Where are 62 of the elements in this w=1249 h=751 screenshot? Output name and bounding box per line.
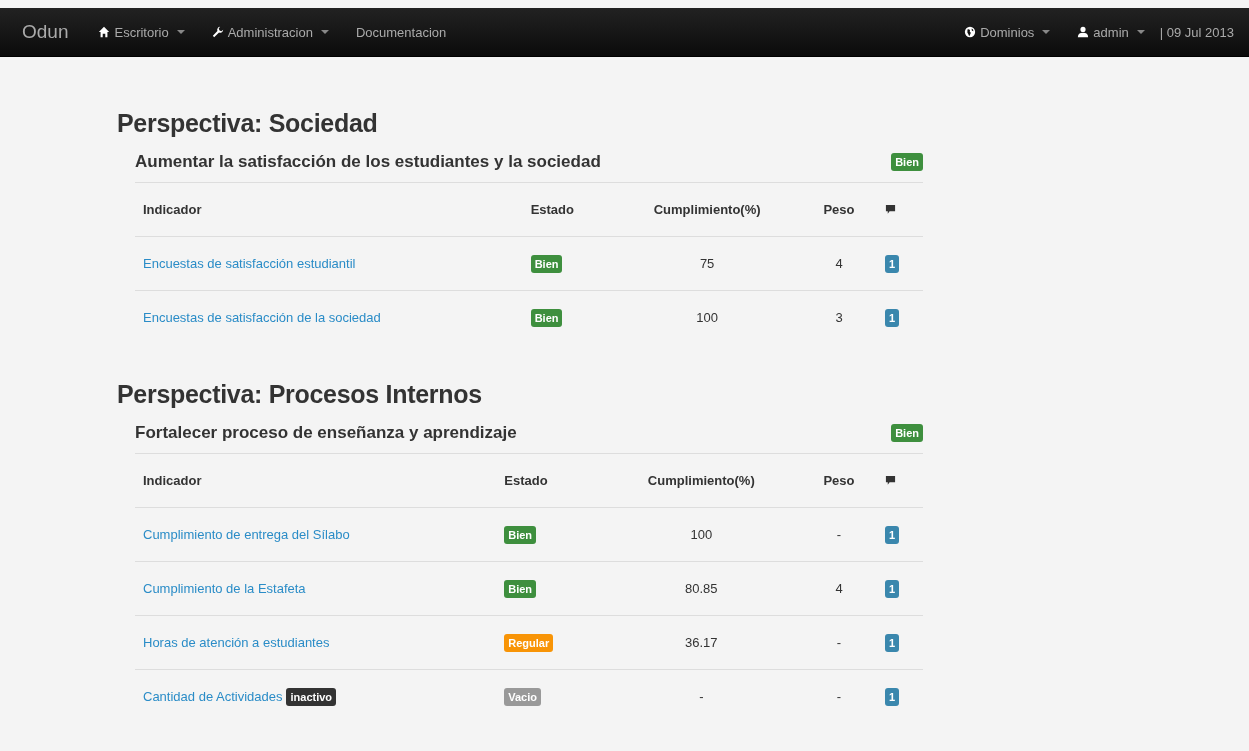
table-cell: 3 — [835, 310, 843, 325]
status-label: Bien — [504, 525, 537, 544]
column-header: Indicador — [135, 183, 523, 237]
comment-count-badge[interactable]: 1 — [885, 634, 900, 652]
table-cell: - — [836, 635, 842, 650]
status-label: Bien — [530, 308, 563, 327]
column-header: Estado — [522, 183, 614, 237]
table-cell: 100 — [696, 310, 718, 325]
brand-link[interactable]: Odun — [22, 21, 69, 43]
objective-title: Aumentar la satisfacción de los estudiantes y la sociedad — [135, 152, 601, 172]
nav-menu[interactable]: Escritorio — [98, 24, 185, 40]
indicator-link[interactable]: Encuestas de satisfacción estudiantil — [143, 256, 356, 271]
comment-count-badge[interactable]: 1 — [885, 255, 900, 273]
comment-icon — [885, 475, 896, 486]
comment-count-badge[interactable]: 1 — [885, 688, 900, 706]
column-header: Peso — [801, 183, 877, 237]
indicator-link[interactable]: Cumplimiento de entrega del Sílabo — [143, 527, 350, 542]
nav-menu[interactable]: admin — [1077, 24, 1145, 40]
comment-count-badge[interactable]: 1 — [885, 580, 900, 598]
comment-count-badge[interactable]: 1 — [885, 309, 900, 327]
column-header: Indicador — [135, 454, 497, 508]
table-cell: 4 — [835, 256, 843, 271]
inactive-label: inactivo — [286, 687, 337, 706]
indicator-link[interactable]: Cumplimiento de la Estafeta — [143, 581, 306, 596]
column-header: Estado — [496, 454, 602, 508]
comment-icon — [885, 204, 896, 215]
table-cell: 4 — [835, 581, 843, 596]
wrench-icon — [211, 26, 224, 38]
status-label: Regular — [504, 633, 554, 652]
indicator-link[interactable]: Horas de atención a estudiantes — [143, 635, 330, 650]
perspective-title: Perspectiva: Procesos Internos — [117, 380, 483, 409]
caret-icon — [320, 30, 329, 34]
comment-count-badge[interactable]: 1 — [885, 526, 900, 544]
table-cell: - — [836, 527, 842, 542]
table-cell: - — [699, 689, 704, 704]
caret-icon — [1042, 30, 1051, 34]
column-header: Cumplimiento(%) — [613, 183, 801, 237]
status-label: Bien — [530, 254, 563, 273]
status-label: Bien — [504, 579, 537, 598]
column-header: Peso — [801, 454, 877, 508]
table-cell: 80.85 — [685, 581, 718, 596]
user-icon — [1077, 26, 1090, 38]
table-cell: 36.17 — [685, 635, 718, 650]
globe-icon — [964, 26, 977, 38]
indicator-link[interactable]: Encuestas de satisfacción de la sociedad — [143, 310, 381, 325]
status-label: Bien — [891, 153, 923, 171]
objective-title: Fortalecer proceso de enseñanza y aprendizaje — [135, 423, 517, 443]
table-cell: 100 — [690, 527, 713, 542]
table-cell: - — [836, 689, 842, 704]
column-header: Cumplimiento(%) — [601, 454, 801, 508]
caret-icon — [176, 30, 185, 34]
nav-menu[interactable]: Dominios — [964, 24, 1051, 40]
status-label: Vacio — [504, 687, 541, 706]
home-icon — [98, 26, 111, 38]
caret-icon — [1136, 30, 1145, 34]
date-text: | 09 Jul 2013 — [1159, 24, 1234, 40]
nav-menu[interactable]: Administracion — [211, 24, 329, 40]
table-cell: 75 — [699, 256, 715, 271]
status-label: Bien — [891, 424, 923, 442]
perspective-title: Perspectiva: Sociedad — [117, 109, 379, 138]
indicator-link[interactable]: Cantidad de Actividades — [143, 688, 283, 704]
nav-menu[interactable]: Documentacion — [355, 24, 447, 40]
